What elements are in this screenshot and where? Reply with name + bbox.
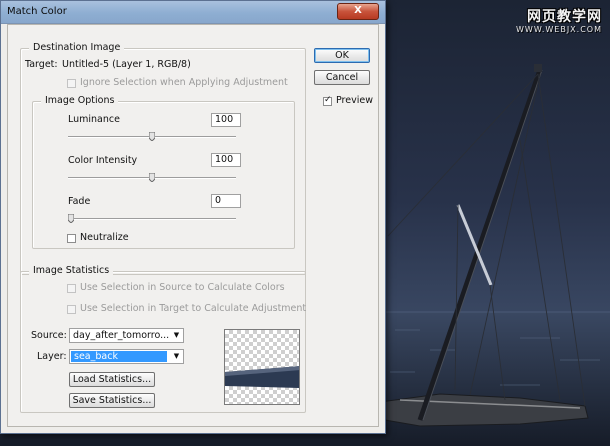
- ok-button[interactable]: OK: [314, 48, 370, 63]
- target-label: Target:: [25, 59, 58, 70]
- fade-input[interactable]: 0: [211, 194, 241, 208]
- color-intensity-input[interactable]: 100: [211, 153, 241, 167]
- chevron-down-icon: ▼: [173, 352, 180, 360]
- color-intensity-label: Color Intensity: [68, 155, 138, 166]
- source-preview-thumbnail: [224, 329, 300, 405]
- dialog-content: Destination Image Target: Untitled-5 (La…: [7, 24, 379, 427]
- ignore-selection-label: Ignore Selection when Applying Adjustmen…: [80, 77, 288, 88]
- source-dropdown[interactable]: day_after_tomorro... ▼: [69, 328, 184, 343]
- image-options-legend: Image Options: [41, 95, 119, 106]
- destination-image-legend: Destination Image: [29, 42, 125, 53]
- luminance-slider-thumb[interactable]: [149, 132, 155, 141]
- layer-value: sea_back: [71, 351, 167, 362]
- luminance-input[interactable]: 100: [211, 113, 241, 127]
- preview-checkbox[interactable]: [323, 95, 332, 106]
- close-button[interactable]: X: [337, 3, 379, 20]
- use-selection-source-label: Use Selection in Source to Calculate Col…: [80, 282, 285, 293]
- luminance-label: Luminance: [68, 114, 120, 125]
- watermark-url: WWW.WEBJX.COM: [516, 25, 602, 34]
- save-statistics-button[interactable]: Save Statistics...: [69, 393, 155, 408]
- fade-slider-track[interactable]: [68, 218, 236, 220]
- cancel-button[interactable]: Cancel: [314, 70, 370, 85]
- match-color-dialog: Match Color X Destination Image Target: …: [0, 0, 386, 434]
- title-bar[interactable]: Match Color X: [1, 1, 385, 24]
- layer-label: Layer:: [37, 351, 67, 362]
- watermark-title: 网页教学网: [527, 9, 602, 25]
- chevron-down-icon: ▼: [173, 331, 180, 339]
- watermark-logo: 网页教学网 WWW.WEBJX.COM: [516, 6, 602, 34]
- fade-label: Fade: [68, 196, 91, 207]
- preview-label: Preview: [336, 95, 373, 106]
- use-selection-target-checkbox[interactable]: [67, 305, 76, 314]
- use-selection-source-checkbox[interactable]: [67, 284, 76, 293]
- source-value: day_after_tomorro...: [73, 330, 170, 341]
- neutralize-checkbox[interactable]: [67, 234, 76, 243]
- fade-slider-thumb[interactable]: [68, 214, 74, 223]
- layer-dropdown[interactable]: sea_back ▼: [69, 349, 184, 364]
- use-selection-target-label: Use Selection in Target to Calculate Adj…: [80, 303, 307, 314]
- image-statistics-legend: Image Statistics: [29, 265, 114, 276]
- neutralize-label: Neutralize: [80, 232, 129, 243]
- window-title: Match Color: [7, 6, 67, 17]
- color-intensity-slider-thumb[interactable]: [149, 173, 155, 182]
- load-statistics-button[interactable]: Load Statistics...: [69, 372, 155, 387]
- source-label: Source:: [31, 330, 67, 341]
- target-value: Untitled-5 (Layer 1, RGB/8): [62, 59, 191, 70]
- ignore-selection-checkbox[interactable]: [67, 79, 76, 88]
